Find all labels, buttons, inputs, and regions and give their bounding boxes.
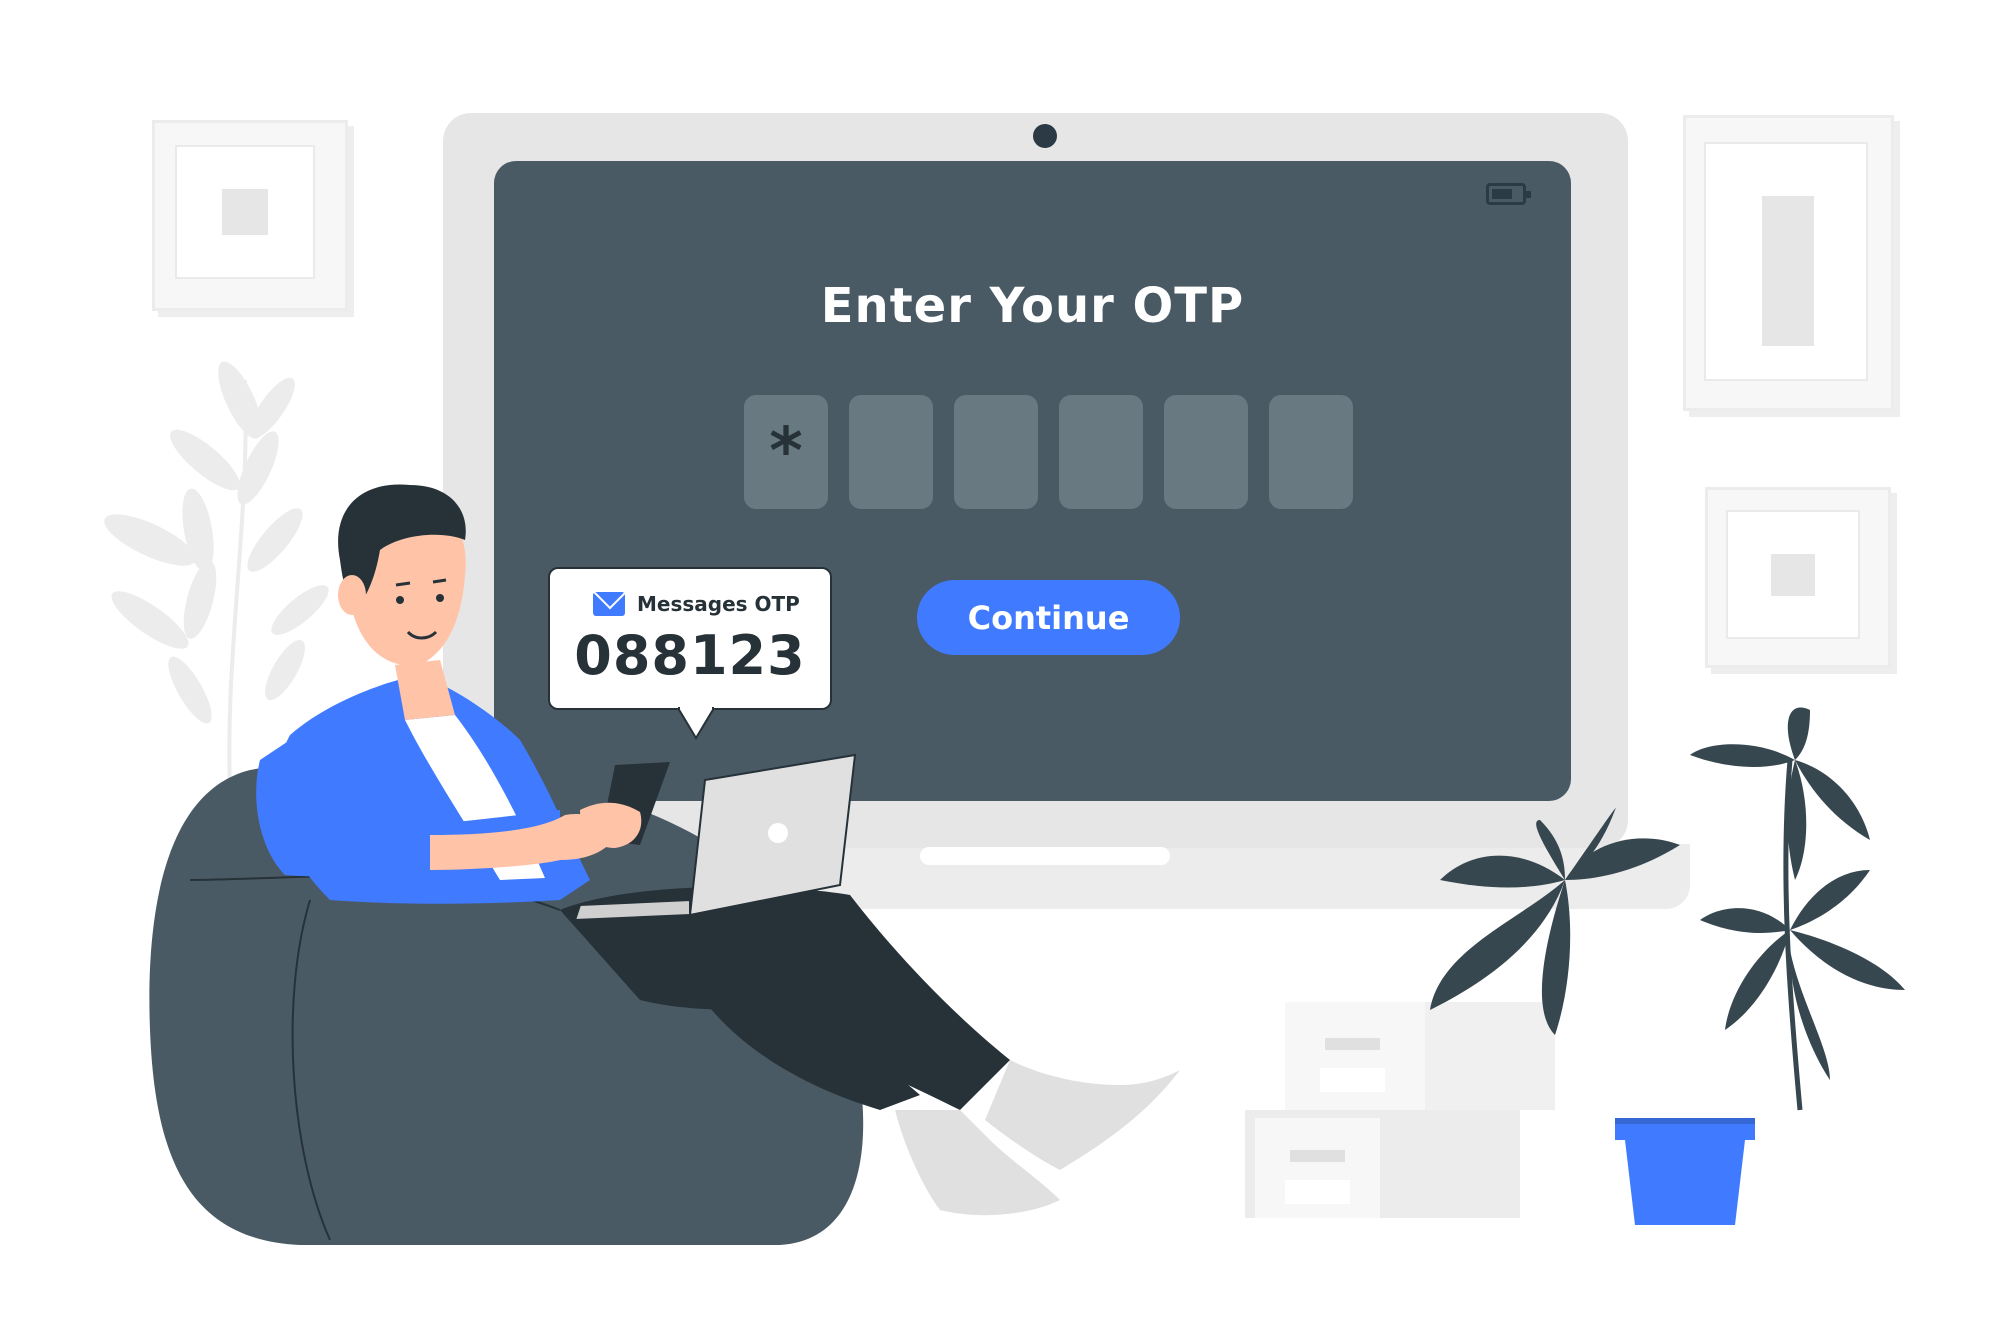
plant-pot (1615, 1118, 1755, 1225)
plant-dark-tall (1690, 707, 1905, 1111)
storage-boxes (1245, 1002, 1555, 1218)
otp-code: 088123 (574, 624, 806, 687)
bubble-tail (678, 706, 714, 740)
scene-illustration (149, 484, 1905, 1245)
notification-header: Messages OTP (593, 592, 800, 616)
person-head (338, 484, 466, 666)
plant-dark-small (1430, 808, 1680, 1035)
notification-label: Messages OTP (637, 592, 800, 616)
mail-icon (593, 592, 625, 616)
